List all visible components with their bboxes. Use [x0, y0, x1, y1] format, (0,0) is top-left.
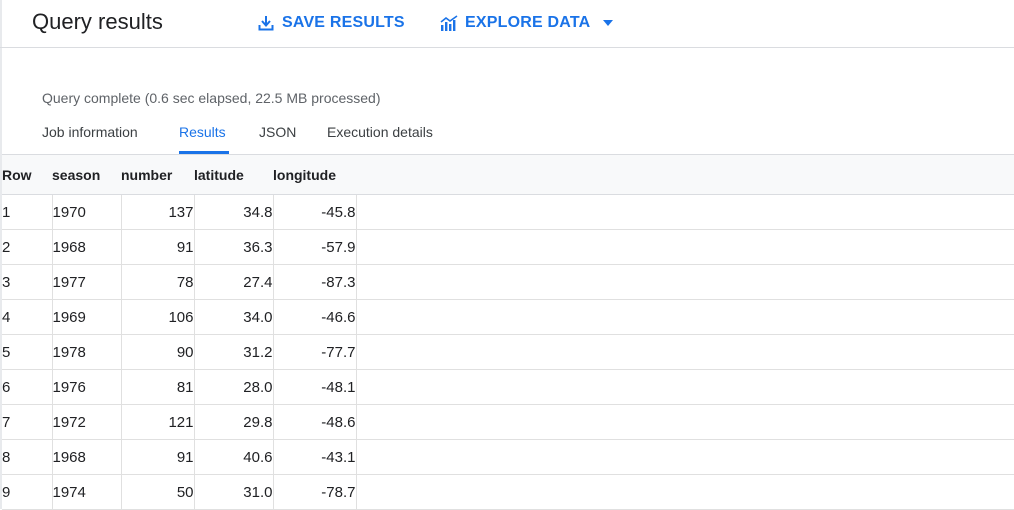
- table-header-row: Row season number latitude longitude: [2, 154, 1014, 195]
- cell-row-number: 5: [2, 334, 53, 370]
- cell-season: 1970: [52, 194, 122, 230]
- cell-spacer: [356, 229, 1014, 265]
- tab-execution-details[interactable]: Execution details: [327, 124, 433, 140]
- query-status: Query complete (0.6 sec elapsed, 22.5 MB…: [42, 90, 381, 106]
- cell-longitude: -46.6: [273, 299, 357, 335]
- cell-number: 81: [121, 369, 195, 405]
- cell-season: 1972: [52, 404, 122, 440]
- cell-longitude: -87.3: [273, 264, 357, 300]
- cell-number: 121: [121, 404, 195, 440]
- cell-spacer: [356, 404, 1014, 440]
- table-row: 7 1972 121 29.8 -48.6: [2, 404, 1014, 440]
- cell-season: 1978: [52, 334, 122, 370]
- cell-latitude: 34.8: [194, 194, 274, 230]
- table-row: 4 1969 106 34.0 -46.6: [2, 299, 1014, 335]
- cell-latitude: 40.6: [194, 439, 274, 475]
- save-results-label: SAVE RESULTS: [282, 14, 405, 31]
- cell-spacer: [356, 264, 1014, 300]
- tab-json[interactable]: JSON: [259, 124, 296, 140]
- caret-down-icon[interactable]: [602, 19, 614, 27]
- tab-results[interactable]: Results: [179, 124, 226, 140]
- cell-longitude: -57.9: [273, 229, 357, 265]
- column-header-number: number: [121, 154, 194, 195]
- cell-longitude: -45.8: [273, 194, 357, 230]
- cell-row-number: 1: [2, 194, 53, 230]
- column-header-row: Row: [2, 154, 52, 195]
- cell-longitude: -43.1: [273, 439, 357, 475]
- cell-season: 1969: [52, 299, 122, 335]
- table-row: 8 1968 91 40.6 -43.1: [2, 439, 1014, 475]
- cell-spacer: [356, 369, 1014, 405]
- cell-latitude: 36.3: [194, 229, 274, 265]
- table-row: 9 1974 50 31.0 -78.7: [2, 474, 1014, 510]
- cell-spacer: [356, 439, 1014, 475]
- cell-latitude: 34.0: [194, 299, 274, 335]
- cell-number: 91: [121, 439, 195, 475]
- cell-row-number: 3: [2, 264, 53, 300]
- table-row: 2 1968 91 36.3 -57.9: [2, 229, 1014, 265]
- table-row: 3 1977 78 27.4 -87.3: [2, 264, 1014, 300]
- cell-season: 1974: [52, 474, 122, 510]
- column-header-spacer: [356, 154, 1014, 195]
- cell-longitude: -48.1: [273, 369, 357, 405]
- cell-latitude: 31.0: [194, 474, 274, 510]
- download-icon: [258, 15, 274, 31]
- cell-number: 91: [121, 229, 195, 265]
- cell-season: 1977: [52, 264, 122, 300]
- cell-spacer: [356, 334, 1014, 370]
- cell-latitude: 27.4: [194, 264, 274, 300]
- results-tabs: Job information Results JSON Execution d…: [0, 118, 1014, 154]
- results-table: Row season number latitude longitude 1 19…: [2, 154, 1014, 510]
- cell-spacer: [356, 299, 1014, 335]
- explore-data-button[interactable]: EXPLORE DATA: [440, 12, 614, 34]
- tab-job-information[interactable]: Job information: [42, 124, 138, 140]
- results-header: Query results SAVE RESULTS EXPLORE DATA: [0, 0, 1014, 48]
- cell-longitude: -78.7: [273, 474, 357, 510]
- save-results-button[interactable]: SAVE RESULTS: [258, 12, 405, 34]
- cell-season: 1968: [52, 439, 122, 475]
- explore-data-label: EXPLORE DATA: [465, 14, 591, 31]
- cell-number: 137: [121, 194, 195, 230]
- cell-number: 78: [121, 264, 195, 300]
- table-row: 1 1970 137 34.8 -45.8: [2, 194, 1014, 230]
- cell-spacer: [356, 474, 1014, 510]
- cell-number: 90: [121, 334, 195, 370]
- cell-season: 1976: [52, 369, 122, 405]
- table-row: 5 1978 90 31.2 -77.7: [2, 334, 1014, 370]
- cell-season: 1968: [52, 229, 122, 265]
- column-header-latitude: latitude: [194, 154, 273, 195]
- cell-longitude: -77.7: [273, 334, 357, 370]
- page-title: Query results: [32, 9, 163, 34]
- cell-row-number: 2: [2, 229, 53, 265]
- cell-row-number: 8: [2, 439, 53, 475]
- cell-number: 106: [121, 299, 195, 335]
- cell-spacer: [356, 194, 1014, 230]
- column-header-longitude: longitude: [273, 154, 356, 195]
- cell-row-number: 9: [2, 474, 53, 510]
- cell-row-number: 6: [2, 369, 53, 405]
- cell-row-number: 7: [2, 404, 53, 440]
- cell-longitude: -48.6: [273, 404, 357, 440]
- cell-number: 50: [121, 474, 195, 510]
- cell-latitude: 31.2: [194, 334, 274, 370]
- chart-icon: [440, 14, 459, 32]
- cell-latitude: 29.8: [194, 404, 274, 440]
- column-header-season: season: [52, 154, 121, 195]
- table-row: 6 1976 81 28.0 -48.1: [2, 369, 1014, 405]
- cell-row-number: 4: [2, 299, 53, 335]
- cell-latitude: 28.0: [194, 369, 274, 405]
